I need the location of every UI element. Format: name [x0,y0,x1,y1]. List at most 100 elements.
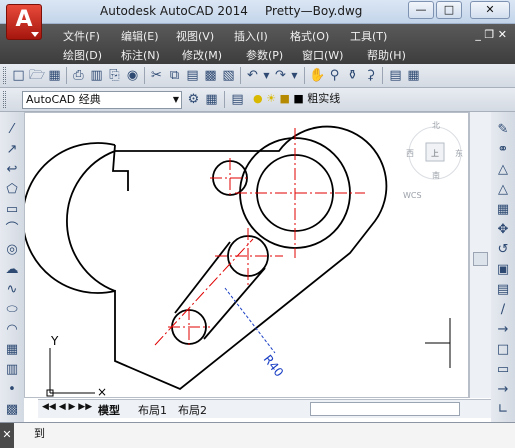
scrollbar-thumb[interactable] [473,252,488,266]
document-window-controls[interactable]: _ ❐ ✕ [475,28,507,41]
cut-icon[interactable]: ✂ [149,68,164,83]
menu-bar: 文件(F) 编辑(E) 视图(V) 插入(I) 格式(O) 工具(T) _ ❐ … [0,24,515,64]
paste-icon[interactable]: ▤ [185,68,200,83]
match-properties-icon[interactable]: ▩ [203,68,218,83]
design-center-icon[interactable]: ▦ [406,68,421,83]
stretch-icon[interactable]: ▤ [495,282,511,298]
properties-icon[interactable]: ▤ [388,68,403,83]
menu-window[interactable]: 窗口(W) [302,47,343,63]
ellipse-arc-icon[interactable]: ◠ [4,322,20,338]
close-button[interactable]: ✕ [470,1,510,19]
ucs-y-label: Y [50,334,59,348]
tab-nav-arrows[interactable]: ◀◀ ◀ ▶ ▶▶ [42,402,92,412]
chamfer-icon[interactable]: → [495,382,511,398]
menu-help[interactable]: 帮助(H) [367,47,406,63]
3d-print-icon[interactable]: ◉ [125,68,140,83]
layer-properties-icon[interactable]: ▤ [230,92,245,107]
open-file-icon[interactable]: 🗁 [29,68,45,83]
move-icon[interactable]: ✥ [495,222,511,238]
insert-block-icon[interactable]: ▦ [4,342,20,358]
toolbar-grip[interactable] [3,67,6,84]
construction-line-icon[interactable]: ↗ [4,142,20,158]
polygon-icon[interactable]: ⬠ [4,182,20,198]
vertical-scrollbar[interactable] [469,112,491,398]
polyline-icon[interactable]: ↩ [4,162,20,178]
print-preview-icon[interactable]: ▥ [89,68,104,83]
workspace-select[interactable]: AutoCAD 经典 ▼ [22,91,182,109]
break-icon[interactable]: □ [495,342,511,358]
center-lines [154,128,365,348]
viewcube-top: 上 [431,149,439,158]
application-menu-button[interactable]: A [6,4,42,40]
tab-layout2[interactable]: 布局2 [178,402,207,418]
layer-color-icon: ■ [293,92,304,105]
publish-icon[interactable]: ⎘ [107,68,122,83]
line-icon[interactable]: ⁄ [4,122,20,138]
tab-model[interactable]: 模型 [98,402,120,418]
toolbar-separator [224,91,225,108]
layer-name: 粗实线 [307,92,341,105]
revision-cloud-icon[interactable]: ☁ [4,262,20,278]
circle-icon[interactable]: ◎ [4,242,20,258]
make-block-icon[interactable]: ▥ [4,362,20,378]
drawing-area[interactable]: R40 北 西 上 东 南 WCS Y × [24,112,469,398]
scale-icon[interactable]: ▣ [495,262,511,278]
customize-icon[interactable]: ▦ [204,92,219,107]
toolbar-separator [66,67,67,84]
new-file-icon[interactable]: □ [11,68,26,83]
ellipse-icon[interactable]: ⬭ [4,302,20,318]
workspace-settings-icon[interactable]: ⚙ [186,92,201,107]
tab-layout1[interactable]: 布局1 [138,402,167,418]
menu-parametric[interactable]: 参数(P) [246,47,283,63]
erase-icon[interactable]: ✎ [495,122,511,138]
command-output[interactable]: 到 [34,425,45,441]
horizontal-scrollbar[interactable] [310,402,460,416]
menu-modify[interactable]: 修改(M) [182,47,222,63]
menu-insert[interactable]: 插入(I) [234,28,268,44]
point-icon[interactable]: • [4,382,20,398]
menu-file[interactable]: 文件(F) [63,28,100,44]
drawing-svg[interactable]: R40 北 西 上 东 南 WCS Y × [25,113,469,398]
mirror-icon[interactable]: △ [495,162,511,178]
menu-tools[interactable]: 工具(T) [350,28,387,44]
menu-dimension[interactable]: 标注(N) [121,47,160,63]
copy-object-icon[interactable]: ⚭ [495,142,511,158]
zoom-realtime-icon[interactable]: ⚲ [327,68,342,83]
maximize-button[interactable]: □ [436,1,462,19]
spline-icon[interactable]: ∿ [4,282,20,298]
layer-lock-icon: ■ [279,92,290,105]
hatch-icon[interactable]: ▩ [4,402,20,418]
rectangle-icon[interactable]: ▭ [4,202,20,218]
viewcube[interactable]: 北 西 上 东 南 WCS [403,121,463,200]
dimension-label[interactable]: R40 [261,352,287,379]
zoom-window-icon[interactable]: ⚱ [345,68,360,83]
block-editor-icon[interactable]: ▧ [221,68,236,83]
zoom-previous-icon[interactable]: ⚳ [363,68,378,83]
array-icon[interactable]: ▦ [495,202,511,218]
undo-icon[interactable]: ↶ [245,68,260,83]
copy-icon[interactable]: ⧉ [167,68,182,83]
layer-select[interactable]: ● ☀ ■ ■ 粗实线 [250,91,420,109]
redo-dropdown-icon[interactable]: ▼ [287,68,302,83]
minimize-button[interactable]: — [408,1,434,19]
rotate-icon[interactable]: ↺ [495,242,511,258]
menu-view[interactable]: 视图(V) [176,28,214,44]
workspace-name: AutoCAD 经典 [26,93,101,106]
join-icon[interactable]: ▭ [495,362,511,378]
close-command-icon[interactable]: ✕ [0,423,14,448]
trim-icon[interactable]: ∕ [495,302,511,318]
save-icon[interactable]: ▦ [47,68,62,83]
undo-dropdown-icon[interactable]: ▼ [259,68,274,83]
menu-draw[interactable]: 绘图(D) [63,47,102,63]
extend-icon[interactable]: → [495,322,511,338]
fillet-icon[interactable]: ∟ [495,402,511,418]
toolbar-separator [144,67,145,84]
menu-edit[interactable]: 编辑(E) [121,28,159,44]
redo-icon[interactable]: ↷ [273,68,288,83]
toolbar-grip[interactable] [3,91,6,108]
print-icon[interactable]: ⎙ [71,68,86,83]
pan-icon[interactable]: ✋ [309,68,325,83]
offset-icon[interactable]: △ [495,182,511,198]
arc-icon[interactable]: ⌒ [4,222,20,238]
menu-format[interactable]: 格式(O) [290,28,329,44]
